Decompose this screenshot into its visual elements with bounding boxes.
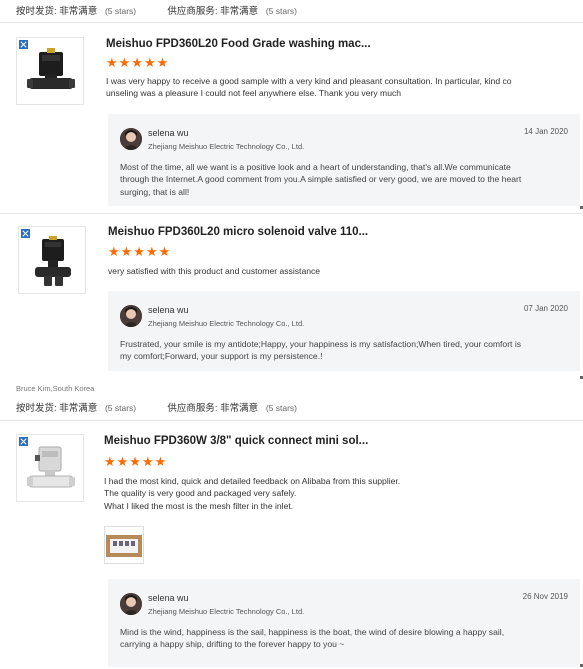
review-line: What I liked the most is the mesh filter… <box>104 500 294 511</box>
shipping-value: 非常满意 <box>59 6 98 17</box>
reply-line: carrying a happy ship, drifting to the f… <box>120 639 345 650</box>
attachment-thumbnail[interactable] <box>104 526 144 564</box>
review-text: very satisfied with this product and cus… <box>108 265 320 277</box>
review-line: The quality is very good and packaged ve… <box>104 488 297 499</box>
review-line: I was very happy to receive a good sampl… <box>106 76 512 86</box>
reply-company: Zhejiang Meishuo Electric Technology Co.… <box>148 607 305 616</box>
avatar <box>120 305 142 327</box>
review-line: unseling was a pleasure I could not feel… <box>106 88 402 99</box>
supplier-reply: selena wu Zhejiang Meishuo Electric Tech… <box>108 114 580 206</box>
avatar <box>120 128 142 150</box>
solenoid-valve-image <box>27 48 75 89</box>
reply-company: Zhejiang Meishuo Electric Technology Co.… <box>148 319 305 328</box>
star-rating: ★★★★★ <box>104 454 168 469</box>
review-line: I had the most kind, quick and detailed … <box>104 476 401 486</box>
product-thumbnail[interactable] <box>18 226 86 294</box>
shipping-value: 非常满意 <box>59 403 98 414</box>
product-title[interactable]: Meishuo FPD360W 3/8" quick connect mini … <box>104 435 368 447</box>
reply-date: 14 Jan 2020 <box>523 127 568 136</box>
reply-line: Mind is the wind, happiness is the sail,… <box>120 627 505 637</box>
product-title[interactable]: Meishuo FPD360L20 micro solenoid valve 1… <box>108 226 368 238</box>
shipping-stars: (5 stars) <box>104 6 137 16</box>
rating-summary: 按时发货: 非常满意 (5 stars) 供应商服务: 非常满意 (5 star… <box>16 400 297 414</box>
reply-name: selena wu <box>148 128 189 138</box>
service-label: 供应商服务: <box>167 403 218 414</box>
divider <box>0 420 583 421</box>
shipping-label: 按时发货: <box>16 6 57 17</box>
shipping-label: 按时发货: <box>16 403 57 414</box>
reply-line: Frustrated, your smile is my antidote;Ha… <box>120 339 522 349</box>
solenoid-valve-image <box>27 446 75 488</box>
reply-message: Frustrated, your smile is my antidote;Ha… <box>120 338 570 363</box>
product-thumbnail[interactable] <box>16 37 84 105</box>
reply-line: my comfort;Forward, your support is my p… <box>120 351 323 362</box>
reply-line: surging, that is all! <box>120 186 190 197</box>
service-value: 非常满意 <box>220 6 259 17</box>
service-value: 非常满意 <box>220 403 259 414</box>
reply-line: Most of the time, all we want is a posit… <box>120 162 511 172</box>
product-title[interactable]: Meishuo FPD360L20 Food Grade washing mac… <box>106 38 371 50</box>
star-rating: ★★★★★ <box>106 55 170 70</box>
attachment-image <box>106 535 142 557</box>
divider <box>0 213 583 214</box>
supplier-reply: selena wu Zhejiang Meishuo Electric Tech… <box>108 291 580 371</box>
reply-name: selena wu <box>148 305 189 315</box>
review-text: I had the most kind, quick and detailed … <box>104 475 400 512</box>
rating-summary: 按时发货: 非常满意 (5 stars) 供应商服务: 非常满意 (5 star… <box>16 3 297 17</box>
supplier-reply: selena wu Zhejiang Meishuo Electric Tech… <box>108 579 580 667</box>
review-text: I was very happy to receive a good sampl… <box>106 75 512 100</box>
service-stars: (5 stars) <box>265 6 297 16</box>
star-rating: ★★★★★ <box>108 244 172 259</box>
divider <box>0 22 583 23</box>
reply-message: Mind is the wind, happiness is the sail,… <box>120 626 570 651</box>
product-thumbnail[interactable] <box>16 434 84 502</box>
service-label: 供应商服务: <box>167 6 218 17</box>
avatar <box>120 593 142 615</box>
reply-date: 26 Nov 2019 <box>522 592 568 601</box>
reply-date: 07 Jan 2020 <box>523 304 568 313</box>
buyer-info: Bruce Kim,South Korea <box>16 384 95 393</box>
reply-name: selena wu <box>148 593 189 603</box>
solenoid-valve-image <box>35 236 71 286</box>
service-stars: (5 stars) <box>265 403 297 413</box>
review-line: very satisfied with this product and cus… <box>108 266 321 276</box>
reply-company: Zhejiang Meishuo Electric Technology Co.… <box>148 142 305 151</box>
reply-message: Most of the time, all we want is a posit… <box>120 161 570 198</box>
reply-line: through the Internet.A good comment from… <box>120 174 522 185</box>
shipping-stars: (5 stars) <box>104 403 137 413</box>
